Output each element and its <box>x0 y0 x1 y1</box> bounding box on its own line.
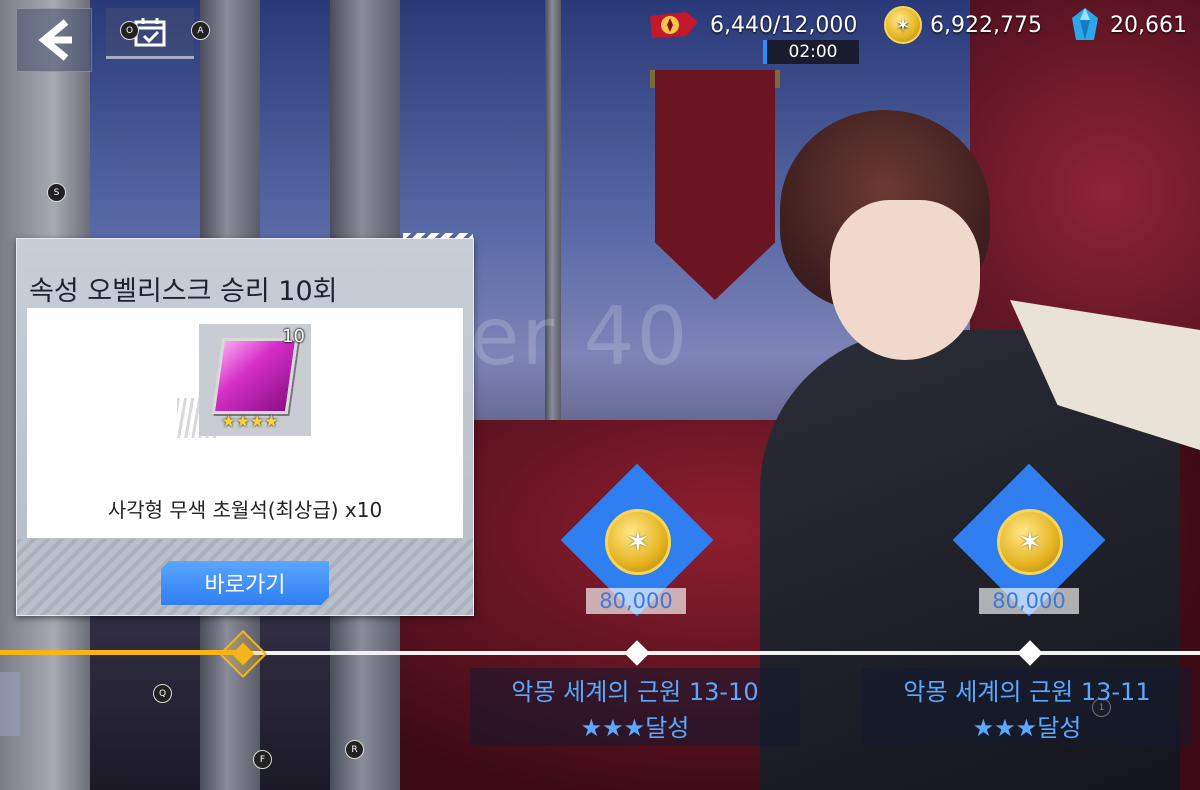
stage-name: 악몽 세계의 근원 13-11 <box>903 678 1151 706</box>
back-arrow-icon <box>38 19 72 61</box>
left-edge-tab[interactable] <box>0 672 20 736</box>
key-hint-q: Q <box>153 684 172 703</box>
dragon-banner <box>655 70 775 300</box>
crystal-icon <box>1072 8 1098 40</box>
reward-item-name: 사각형 무색 초월석(최상급) x10 <box>107 498 383 522</box>
key-hint-a: A <box>191 21 210 40</box>
item-star-rating: ★★★★ <box>221 412 279 432</box>
progress-fill <box>0 650 240 655</box>
key-hint-s: S <box>47 183 66 202</box>
crystal-value: 20,661 <box>1110 12 1187 38</box>
stamina-timer: 02:00 <box>763 40 859 64</box>
card-stripe <box>403 233 473 239</box>
mission-card: 속성 오벨리스크 승리 10회 10 ★★★★ 사각형 무색 초월석(최상급) … <box>16 233 474 616</box>
go-button[interactable]: 바로가기 <box>161 561 329 605</box>
key-hint-f: F <box>253 750 272 769</box>
gold-coin-icon: ✶ <box>997 509 1063 575</box>
stamina-value: 6,440/12,000 <box>710 12 858 38</box>
stage-label[interactable]: 악몽 세계의 근원 13-11 ★★★달성 <box>862 668 1192 746</box>
watermark-text: er 40 <box>470 290 690 383</box>
calendar-button[interactable] <box>106 8 194 59</box>
reward-amount: 80,000 <box>586 588 686 614</box>
stamina-counter[interactable]: 6,440/12,000 <box>646 8 857 42</box>
stage-name: 악몽 세계의 근원 13-10 <box>511 678 759 706</box>
stamina-flag-icon <box>650 12 698 38</box>
card-footer: 바로가기 <box>17 539 473 615</box>
gold-value: 6,922,775 <box>930 12 1042 38</box>
gold-coin-icon: ✶ <box>605 509 671 575</box>
stage-condition: ★★★달성 <box>972 714 1082 742</box>
reward-item-slot[interactable]: 10 ★★★★ <box>199 324 311 436</box>
crystal-counter[interactable]: 20,661 <box>1068 8 1187 42</box>
gold-coin-icon: ✶ <box>884 6 922 44</box>
reward-panel: 10 ★★★★ 사각형 무색 초월석(최상급) x10 <box>27 308 463 538</box>
gold-counter[interactable]: ✶ 6,922,775 <box>884 6 1042 44</box>
reward-amount: 80,000 <box>979 588 1079 614</box>
stage-condition: ★★★달성 <box>580 714 690 742</box>
key-hint-r: R <box>345 740 364 759</box>
mission-title: 속성 오벨리스크 승리 10회 <box>29 276 338 307</box>
back-button[interactable] <box>16 8 92 72</box>
character-face <box>830 200 980 360</box>
key-hint-o: O <box>120 21 139 40</box>
item-count: 10 <box>282 326 305 347</box>
stage-label[interactable]: 악몽 세계의 근원 13-10 ★★★달성 <box>470 668 800 746</box>
magenta-gem-icon <box>211 338 299 414</box>
